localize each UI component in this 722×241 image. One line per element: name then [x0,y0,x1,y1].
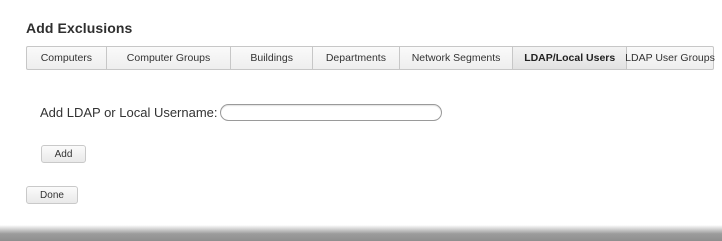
tab-buildings[interactable]: Buildings [231,47,314,69]
window-bottom-edge [0,225,722,241]
tab-ldap-local-users[interactable]: LDAP/Local Users [513,47,628,69]
tab-computers[interactable]: Computers [27,47,107,69]
tab-network-segments[interactable]: Network Segments [400,47,514,69]
username-input[interactable] [219,104,442,121]
page-title: Add Exclusions [26,20,133,36]
done-button[interactable]: Done [26,186,78,204]
exclusion-tab-bar: Computers Computer Groups Buildings Depa… [26,46,715,70]
username-field-row: Add LDAP or Local Username: [40,104,442,121]
add-button[interactable]: Add [41,145,86,163]
tab-ldap-user-groups[interactable]: LDAP User Groups [625,47,715,69]
tab-computer-groups[interactable]: Computer Groups [107,47,232,69]
tab-departments[interactable]: Departments [313,47,400,69]
username-label: Add LDAP or Local Username: [40,105,218,120]
